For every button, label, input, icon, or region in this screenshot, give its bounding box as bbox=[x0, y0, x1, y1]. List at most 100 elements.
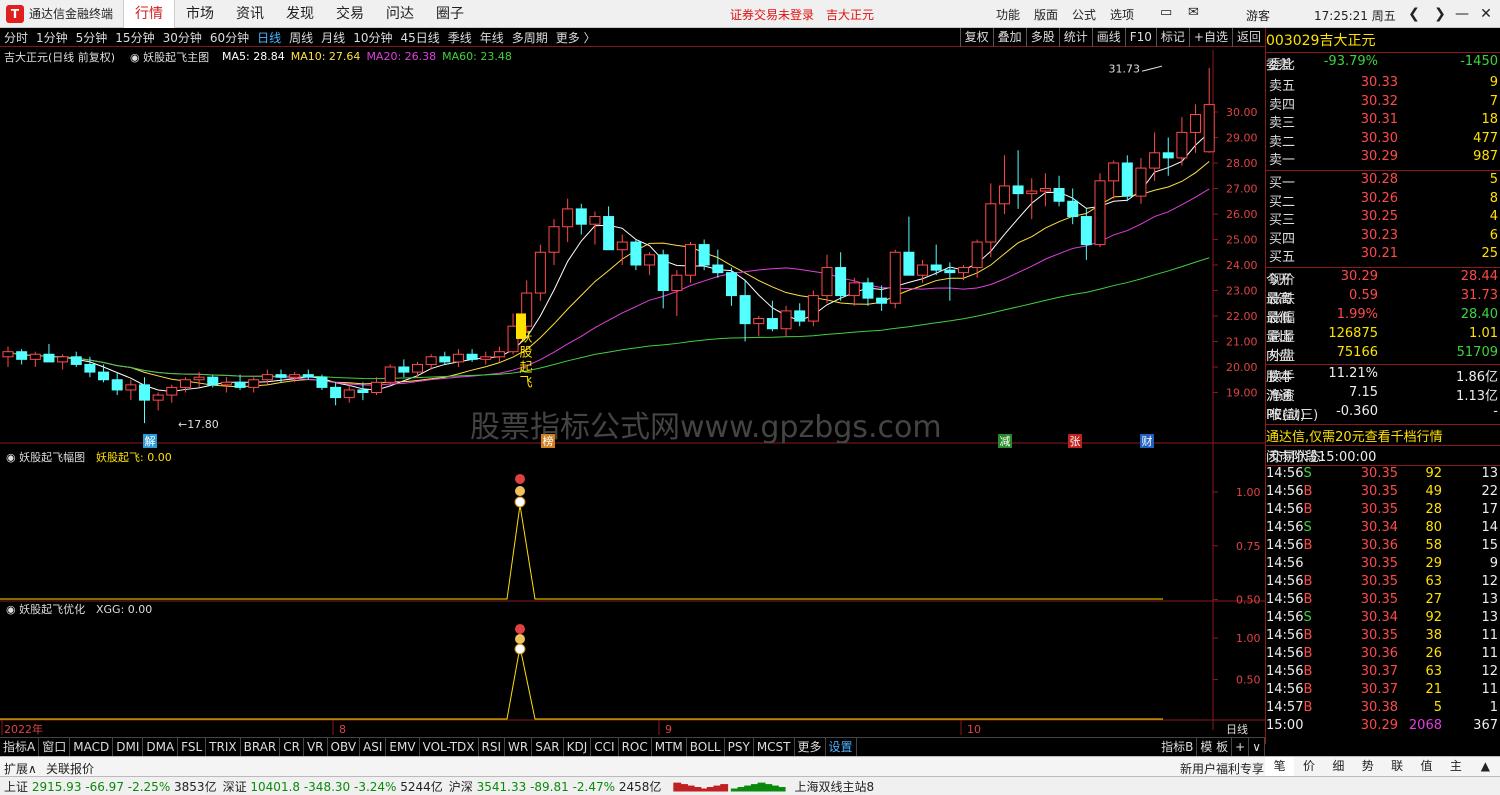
promo-link[interactable]: 新用户福利专享 bbox=[1180, 760, 1264, 777]
expand-button[interactable]: 扩展∧ bbox=[4, 760, 37, 777]
nav-行情[interactable]: 行情 bbox=[123, 0, 176, 28]
period-分时[interactable]: 分时 bbox=[0, 29, 32, 46]
tab-VOL-TDX[interactable]: VOL-TDX bbox=[420, 737, 479, 756]
menu-版面[interactable]: 版面 bbox=[1034, 6, 1058, 23]
tab-窗口[interactable]: 窗口 bbox=[39, 737, 71, 756]
nav-资讯[interactable]: 资讯 bbox=[225, 0, 275, 28]
tab-MTM[interactable]: MTM bbox=[652, 737, 687, 756]
period-多周期[interactable]: 多周期 bbox=[508, 29, 552, 46]
period-年线[interactable]: 年线 bbox=[476, 29, 508, 46]
tab-WR[interactable]: WR bbox=[505, 737, 533, 756]
tick-time: 14:56 bbox=[1266, 574, 1304, 589]
nav-市场[interactable]: 市场 bbox=[175, 0, 225, 28]
tab-FSL[interactable]: FSL bbox=[178, 737, 207, 756]
period-30分钟[interactable]: 30分钟 bbox=[159, 29, 206, 46]
toolbar-F10[interactable]: F10 bbox=[1124, 27, 1156, 47]
period-周线[interactable]: 周线 bbox=[285, 29, 317, 46]
tick-time: 14:56 bbox=[1266, 538, 1304, 553]
promo-link[interactable]: 通达信,仅需20元查看千档行情 bbox=[1266, 430, 1443, 445]
tab-PSY[interactable]: PSY bbox=[725, 737, 754, 756]
related-quote-button[interactable]: 关联报价 bbox=[46, 760, 94, 777]
period-10分钟[interactable]: 10分钟 bbox=[349, 29, 396, 46]
toolbar-返回[interactable]: 返回 bbox=[1231, 27, 1265, 47]
index-沪深[interactable]: 沪深 3541.33 -89.81 -2.47% 2458亿 bbox=[449, 778, 662, 795]
minimize-icon[interactable]: — bbox=[1450, 3, 1474, 25]
tab-CCI[interactable]: CCI bbox=[591, 737, 619, 756]
user-label[interactable]: 游客 bbox=[1246, 7, 1270, 24]
toolbar-叠加[interactable]: 叠加 bbox=[992, 27, 1026, 47]
tab-right-∨[interactable]: ∨ bbox=[1249, 737, 1265, 756]
tick-price: 30.35 bbox=[1360, 466, 1398, 481]
tab-MACD[interactable]: MACD bbox=[70, 737, 114, 756]
bid-volume: 6 bbox=[1489, 227, 1498, 243]
toolbar-复权[interactable]: 复权 bbox=[959, 27, 993, 47]
marker-label: 榜 bbox=[543, 434, 554, 448]
tick-side: S bbox=[1303, 610, 1312, 625]
tab-BRAR[interactable]: BRAR bbox=[241, 737, 281, 756]
tab-更多[interactable]: 更多 bbox=[795, 737, 826, 756]
nav-发现[interactable]: 发现 bbox=[275, 0, 325, 28]
tab-CR[interactable]: CR bbox=[280, 737, 304, 756]
toolbar-统计[interactable]: 统计 bbox=[1058, 27, 1092, 47]
tab-right-指标B[interactable]: 指标B bbox=[1158, 737, 1198, 756]
quote-tab-值[interactable]: 值 bbox=[1412, 757, 1441, 776]
quote-tab-笔[interactable]: 笔 bbox=[1265, 757, 1295, 776]
period-1分钟[interactable]: 1分钟 bbox=[32, 29, 72, 46]
candle-body bbox=[548, 226, 560, 253]
tab-设置[interactable]: 设置 bbox=[826, 737, 857, 756]
menu-选项[interactable]: 选项 bbox=[1110, 6, 1134, 23]
tab-TRIX[interactable]: TRIX bbox=[206, 737, 241, 756]
period-季线[interactable]: 季线 bbox=[444, 29, 476, 46]
menu-功能[interactable]: 功能 bbox=[996, 6, 1020, 23]
tab-ASI[interactable]: ASI bbox=[360, 737, 387, 756]
tab-VR[interactable]: VR bbox=[304, 737, 328, 756]
period-45日线[interactable]: 45日线 bbox=[396, 29, 443, 46]
period-60分钟[interactable]: 60分钟 bbox=[206, 29, 253, 46]
index-上证[interactable]: 上证 2915.93 -66.97 -2.25% 3853亿 bbox=[4, 778, 217, 795]
nav-问达[interactable]: 问达 bbox=[375, 0, 425, 28]
toolbar-画线[interactable]: 画线 bbox=[1091, 27, 1125, 47]
mail-icon[interactable]: ✉ bbox=[1188, 5, 1199, 20]
tab-OBV[interactable]: OBV bbox=[328, 737, 361, 756]
toolbar-多股[interactable]: 多股 bbox=[1025, 27, 1059, 47]
toolbar-+自选[interactable]: +自选 bbox=[1188, 27, 1232, 47]
tab-BOLL[interactable]: BOLL bbox=[687, 737, 725, 756]
tab-DMA[interactable]: DMA bbox=[143, 737, 179, 756]
close-icon[interactable]: ✕ bbox=[1474, 3, 1498, 25]
toolbar-标记[interactable]: 标记 bbox=[1155, 27, 1189, 47]
nav-交易[interactable]: 交易 bbox=[325, 0, 375, 28]
period-更多[interactable]: 更多 〉 bbox=[552, 29, 600, 46]
quote-tab-价[interactable]: 价 bbox=[1294, 757, 1323, 776]
tab-KDJ[interactable]: KDJ bbox=[564, 737, 592, 756]
quote-tab-细[interactable]: 细 bbox=[1324, 757, 1353, 776]
period-15分钟[interactable]: 15分钟 bbox=[111, 29, 158, 46]
tab-ROC[interactable]: ROC bbox=[619, 737, 652, 756]
quote-tab-势[interactable]: 势 bbox=[1353, 757, 1382, 776]
index-深证[interactable]: 深证 10401.8 -348.30 -3.24% 5244亿 bbox=[223, 778, 443, 795]
tab-MCST[interactable]: MCST bbox=[754, 737, 795, 756]
forward-icon[interactable]: ❯ bbox=[1428, 3, 1452, 25]
period-月线[interactable]: 月线 bbox=[317, 29, 349, 46]
nav-圈子[interactable]: 圈子 bbox=[425, 0, 475, 28]
quote-tab-▲[interactable]: ▲ bbox=[1471, 757, 1500, 776]
period-5分钟[interactable]: 5分钟 bbox=[72, 29, 112, 46]
tab-EMV[interactable]: EMV bbox=[386, 737, 420, 756]
tab-RSI[interactable]: RSI bbox=[479, 737, 506, 756]
tab-DMI[interactable]: DMI bbox=[113, 737, 144, 756]
period-日线[interactable]: 日线 bbox=[253, 29, 285, 46]
back-icon[interactable]: ❮ bbox=[1402, 3, 1426, 25]
quote-tab-主[interactable]: 主 bbox=[1441, 757, 1470, 776]
msg-icon[interactable]: ▭ bbox=[1160, 5, 1172, 20]
candle-body bbox=[671, 274, 683, 291]
quote-tab-联[interactable]: 联 bbox=[1383, 757, 1412, 776]
menu-公式[interactable]: 公式 bbox=[1072, 6, 1096, 23]
tab-right-+[interactable]: + bbox=[1232, 737, 1250, 756]
tab-right-模 板[interactable]: 模 板 bbox=[1197, 737, 1233, 756]
tick-count: 11 bbox=[1481, 646, 1498, 661]
tick-volume: 92 bbox=[1425, 610, 1442, 625]
login-warning[interactable]: 证券交易未登录 吉大正元 bbox=[730, 6, 874, 23]
watermark: 股票指标公式网www.gpzbgs.com bbox=[470, 410, 942, 445]
chart-area[interactable]: 30.00 29.00 28.00 27.00 26.00 25.00 24.00 23.00… bbox=[0, 47, 1265, 737]
tab-SAR[interactable]: SAR bbox=[532, 737, 564, 756]
tab-指标A[interactable]: 指标A bbox=[0, 737, 40, 756]
